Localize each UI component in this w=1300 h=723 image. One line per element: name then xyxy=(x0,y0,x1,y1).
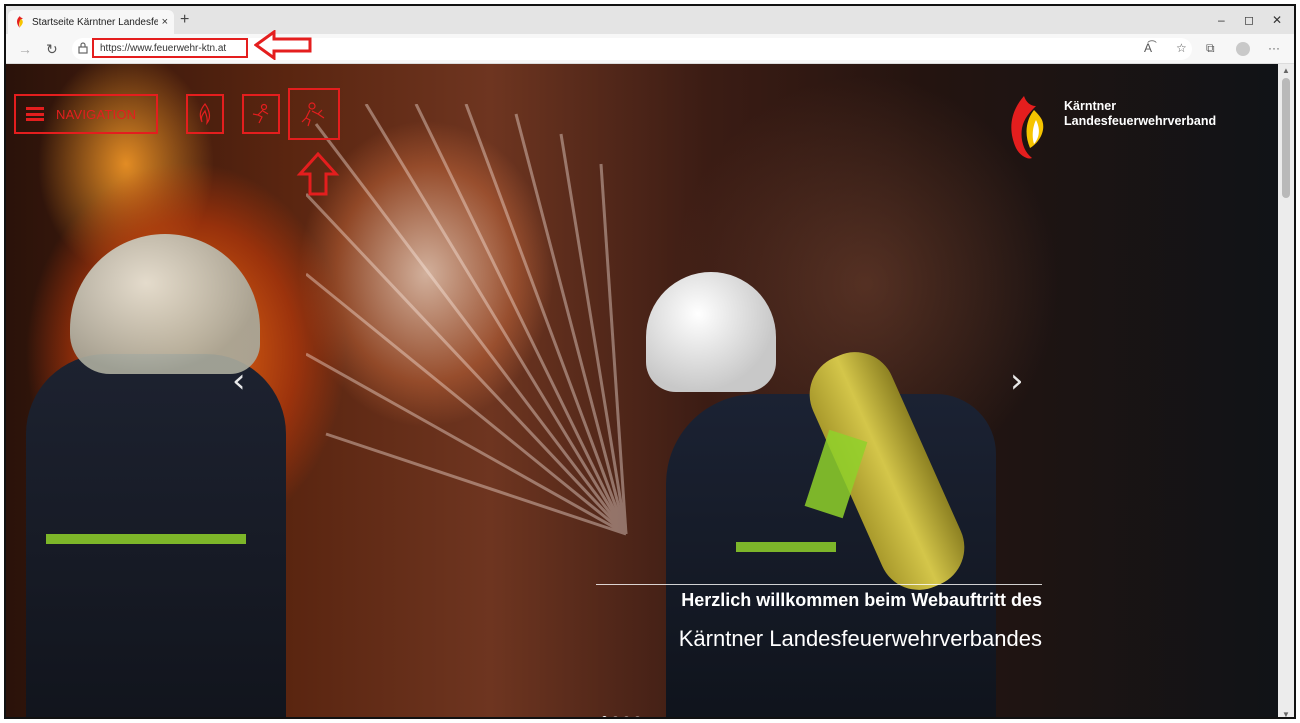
quick-link-button-3[interactable] xyxy=(288,88,340,140)
brand-name: Kärntner Landesfeuerwehrverband xyxy=(1064,99,1216,129)
slider-next-button[interactable]: › xyxy=(1010,364,1024,398)
hero-subheading: Kärntner Landesfeuerwehrverbandes xyxy=(678,626,1042,651)
minimize-button[interactable]: – xyxy=(1218,10,1225,30)
slider-prev-button[interactable]: ‹ xyxy=(232,364,246,398)
tab-title: Startseite Kärntner Landesfeuerv xyxy=(32,16,158,28)
scroll-up-icon[interactable]: ▲ xyxy=(1282,66,1290,75)
collections-icon[interactable]: ⧉ xyxy=(1206,41,1215,56)
quick-link-button-1[interactable] xyxy=(186,94,224,134)
new-tab-button[interactable]: + xyxy=(180,10,189,30)
url-field[interactable]: https://www.feuerwehr-ktn.at xyxy=(92,38,248,58)
brand-line-1: Kärntner xyxy=(1064,99,1117,113)
water-spray xyxy=(306,104,628,536)
favicon-icon xyxy=(17,16,23,28)
slider-dots xyxy=(602,716,640,717)
reflective-stripe xyxy=(736,542,836,552)
hamburger-icon xyxy=(26,107,44,121)
quick-link-button-2[interactable] xyxy=(242,94,280,134)
navigation-label: NAVIGATION xyxy=(56,106,137,122)
slider-dot[interactable] xyxy=(602,716,607,717)
close-window-button[interactable]: ✕ xyxy=(1272,10,1282,30)
restore-button[interactable]: ◻ xyxy=(1244,10,1254,30)
tab-active[interactable]: Startseite Kärntner Landesfeuerv × xyxy=(8,10,174,34)
refresh-icon[interactable]: ↻ xyxy=(46,39,58,59)
scrollbar-thumb[interactable] xyxy=(1282,78,1290,198)
slider-dot[interactable] xyxy=(624,716,629,717)
slider-dot[interactable] xyxy=(613,716,618,717)
rescue-icon xyxy=(252,103,269,124)
hero-heading: Herzlich willkommen beim Webauftritt des xyxy=(681,590,1042,610)
flame-icon xyxy=(199,103,211,125)
scroll-down-icon[interactable]: ▼ xyxy=(1282,710,1290,717)
hero-divider xyxy=(596,584,1042,585)
browser-window: Startseite Kärntner Landesfeuerv × + – ◻… xyxy=(4,4,1296,719)
reflective-stripe xyxy=(46,534,246,544)
tab-strip: Startseite Kärntner Landesfeuerv × + – ◻… xyxy=(6,6,1294,34)
favorites-icon[interactable]: ☆ xyxy=(1176,41,1187,55)
browser-toolbar: → ↻ https://www.feuerwehr-ktn.at A͡ ☆ ⧉ … xyxy=(6,34,1294,64)
firefighter-right-helmet xyxy=(646,272,776,392)
more-icon[interactable]: ··· xyxy=(1268,41,1280,55)
slider-dot[interactable] xyxy=(635,716,640,717)
lock-icon xyxy=(78,42,88,54)
tab-close-button[interactable]: × xyxy=(162,16,168,28)
brand-line-2: Landesfeuerwehrverband xyxy=(1064,114,1217,128)
profile-icon[interactable] xyxy=(1236,42,1250,56)
brand-logo-icon xyxy=(1011,96,1044,159)
hazmat-icon xyxy=(301,102,325,127)
vertical-scrollbar[interactable]: ▲ ▼ xyxy=(1278,64,1294,717)
read-aloud-icon[interactable]: A͡ xyxy=(1144,41,1152,55)
back-icon[interactable]: → xyxy=(18,39,32,59)
hero-slider: NAVIGATION Kärntner Landesfeuerwehrverba… xyxy=(6,64,1282,717)
annotation-arrow-up-icon xyxy=(296,152,340,196)
firefighter-left-helmet xyxy=(70,234,260,374)
navigation-button[interactable]: NAVIGATION xyxy=(14,94,158,134)
annotation-arrow-left-icon xyxy=(254,30,312,60)
